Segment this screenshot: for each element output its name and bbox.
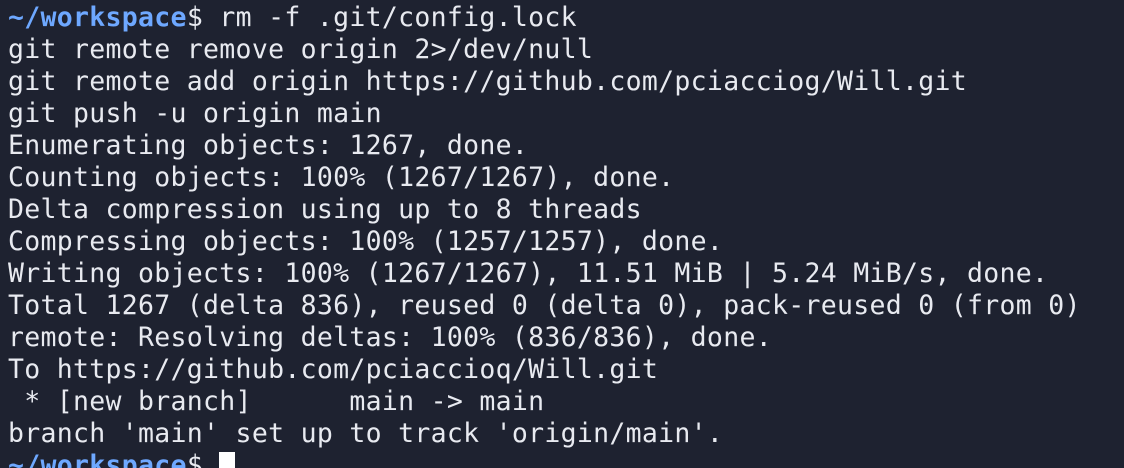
terminal-window[interactable]: ~/workspace$ rm -f .git/config.lock git … [0,0,1124,468]
output-line: git remote add origin https://github.com… [8,66,968,97]
prompt-path: ~/workspace [8,2,187,33]
output-line: branch 'main' set up to track 'origin/ma… [8,418,724,449]
output-line: git push -u origin main [8,98,382,129]
output-line: Delta compression using up to 8 threads [8,194,642,225]
output-line: Compressing objects: 100% (1257/1257), d… [8,226,724,257]
output-line: Counting objects: 100% (1267/1267), done… [8,162,675,193]
command-text: rm -f .git/config.lock [219,2,577,33]
output-line: Total 1267 (delta 836), reused 0 (delta … [8,290,1081,321]
output-line: Writing objects: 100% (1267/1267), 11.51… [8,258,1049,289]
output-line: Enumerating objects: 1267, done. [8,130,529,161]
prompt-symbol: $ [186,450,204,468]
output-line: To https://github.com/pciaccioq/Will.git [8,354,659,385]
active-prompt-line[interactable]: ~/workspace$ [8,450,1124,468]
prompt-path: ~/workspace [8,450,187,468]
output-line: * [new branch] main -> main [8,386,545,417]
output-line: remote: Resolving deltas: 100% (836/836)… [8,322,772,353]
command-line: ~/workspace$ rm -f .git/config.lock [8,2,1124,34]
text-cursor [219,452,236,468]
prompt-symbol: $ [186,2,204,33]
output-line: git remote remove origin 2>/dev/null [8,34,594,65]
